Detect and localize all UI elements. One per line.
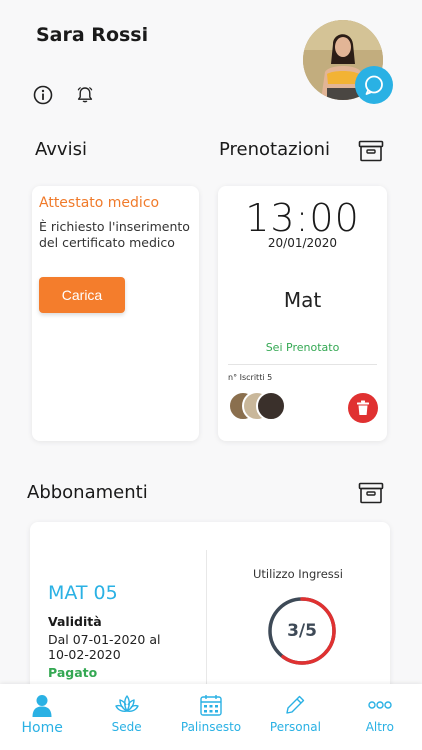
info-icon[interactable] <box>32 84 54 106</box>
bell-icon[interactable] <box>74 84 96 106</box>
avvisi-title: Avvisi <box>35 139 87 160</box>
participants-avatars[interactable] <box>228 391 288 423</box>
calendar-icon <box>198 692 224 718</box>
user-icon <box>29 692 55 718</box>
archive-icon[interactable] <box>358 482 384 504</box>
pencil-icon <box>282 692 308 718</box>
booking-date: 20/01/2020 <box>267 236 338 250</box>
delete-booking-button[interactable] <box>348 393 378 423</box>
chat-button[interactable] <box>355 66 393 104</box>
bottom-nav: Home Sede Palinsesto Personal Altro <box>0 684 422 750</box>
prenotazioni-title: Prenotazioni <box>219 139 330 160</box>
avvisi-card: Attestato medico È richiesto l'inserimen… <box>32 186 199 441</box>
nav-altro[interactable]: Altro <box>338 684 422 750</box>
payment-status: Pagato <box>48 665 98 680</box>
archive-icon[interactable] <box>358 140 384 162</box>
avvisi-card-title: Attestato medico <box>39 195 160 211</box>
participant-avatar <box>256 391 286 421</box>
chat-icon <box>365 75 383 95</box>
lotus-icon <box>114 692 140 718</box>
nav-palinsesto[interactable]: Palinsesto <box>169 684 253 750</box>
booking-card[interactable]: 13:00 20/01/2020 Mat Sei Prenotato n° Is… <box>218 186 387 441</box>
booking-status: Sei Prenotato <box>265 341 340 354</box>
nav-personal[interactable]: Personal <box>253 684 337 750</box>
enrolled-count: n° Iscritti 5 <box>228 373 273 382</box>
nav-label: Sede <box>111 720 142 734</box>
nav-label: Altro <box>365 720 394 734</box>
nav-label: Home <box>21 720 63 736</box>
avatar-container[interactable] <box>303 20 393 104</box>
subscription-card[interactable]: MAT 05 Validità Dal 07-01-2020 al 10-02-… <box>30 522 390 692</box>
avvisi-card-text: È richiesto l'inserimento del certificat… <box>39 219 190 250</box>
booking-course: Mat <box>283 288 322 312</box>
user-name: Sara Rossi <box>36 24 149 46</box>
validity-label: Validità <box>48 614 102 629</box>
booking-time: 13:00 <box>245 196 360 240</box>
nav-label: Palinsesto <box>180 720 242 734</box>
divider <box>228 364 377 365</box>
more-icon <box>367 692 393 718</box>
subscription-name: MAT 05 <box>48 582 118 604</box>
usage-label: Utilizzo Ingressi <box>253 567 343 581</box>
abbonamenti-title: Abbonamenti <box>27 482 148 503</box>
trash-icon <box>357 400 369 415</box>
validity-range: Dal 07-01-2020 al 10-02-2020 <box>48 632 161 662</box>
carica-button[interactable]: Carica <box>39 277 125 313</box>
nav-label: Personal <box>269 720 321 734</box>
nav-home[interactable]: Home <box>0 684 84 750</box>
nav-sede[interactable]: Sede <box>84 684 168 750</box>
usage-value: 3/5 <box>287 621 317 641</box>
